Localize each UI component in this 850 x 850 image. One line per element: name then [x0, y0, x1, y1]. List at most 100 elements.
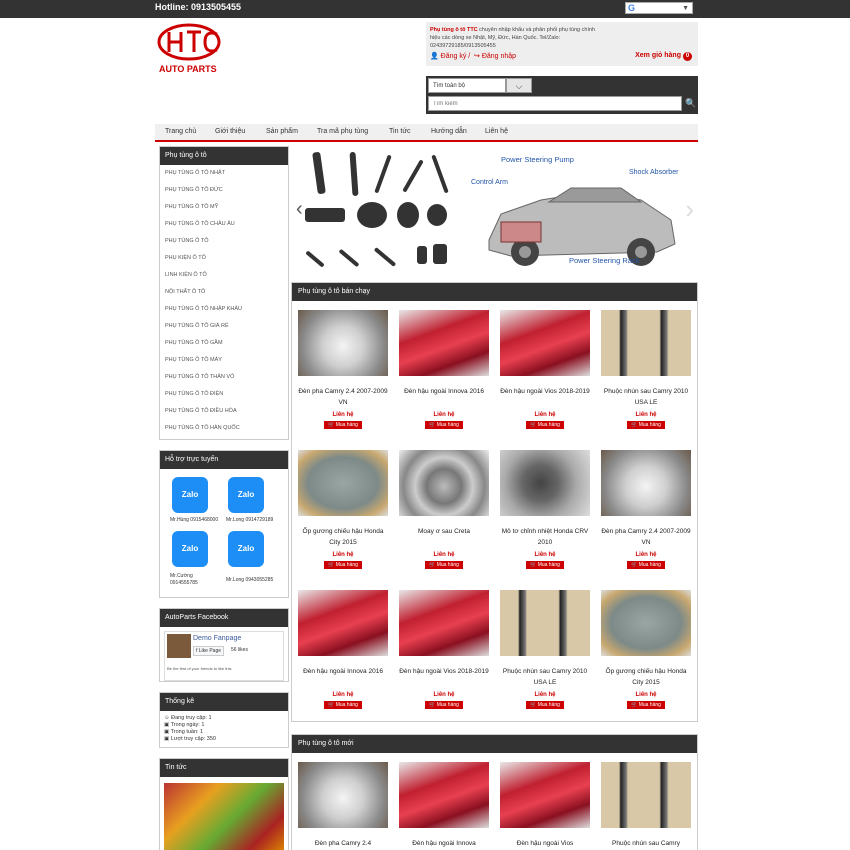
- category-item[interactable]: PHỤ TÙNG Ô TÔ NHẬT: [160, 165, 288, 182]
- buy-button[interactable]: 🛒 Mua hàng: [324, 421, 362, 429]
- news-image[interactable]: [164, 783, 284, 850]
- product-card[interactable]: Phuộc nhún sau Camry: [601, 762, 691, 850]
- chevron-down-icon[interactable]: ⌵: [506, 78, 532, 93]
- category-item[interactable]: PHỤ KIỆN Ô TÔ: [160, 250, 288, 267]
- product-image[interactable]: [298, 310, 388, 376]
- product-card[interactable]: Đèn pha Camry 2.4 2007-2009 VN Liên hệ 🛒 M…: [298, 310, 388, 429]
- product-card[interactable]: Moay ơ sau Creta Liên hệ 🛒 Mua hàng: [399, 450, 489, 569]
- product-card[interactable]: Phuộc nhún sau Camry 2010 USA LE Liên hệ 🛒…: [601, 310, 691, 429]
- product-image[interactable]: [298, 590, 388, 656]
- category-item[interactable]: PHỤ TÙNG Ô TÔ THÂN VỎ: [160, 369, 288, 386]
- product-image[interactable]: [399, 310, 489, 376]
- product-name[interactable]: Đèn hậu ngoài Vios 2018-2019: [500, 386, 590, 408]
- logo[interactable]: AUTO PARTS: [155, 22, 227, 76]
- product-image[interactable]: [601, 762, 691, 828]
- product-name[interactable]: Ốp gương chiếu hậu Honda City 2015: [298, 526, 388, 548]
- category-item[interactable]: PHỤ TÙNG Ô TÔ MỸ: [160, 199, 288, 216]
- buy-button[interactable]: 🛒 Mua hàng: [425, 561, 463, 569]
- product-name[interactable]: Mô tơ chỉnh nhiệt Honda CRV 2010: [500, 526, 590, 548]
- product-image[interactable]: [500, 590, 590, 656]
- product-card[interactable]: Đèn hậu ngoài Innova: [399, 762, 489, 850]
- category-item[interactable]: PHỤ TÙNG Ô TÔ: [160, 233, 288, 250]
- product-name[interactable]: Đèn hậu ngoài Vios: [500, 838, 590, 850]
- nav-about[interactable]: Giới thiệu: [215, 128, 245, 135]
- product-image[interactable]: [298, 450, 388, 516]
- product-name[interactable]: Đèn pha Camry 2.4 2007-2009 VN: [601, 526, 691, 548]
- product-name[interactable]: Đèn hậu ngoài Innova 2016: [298, 666, 388, 688]
- prev-arrow-icon[interactable]: ‹: [296, 198, 303, 221]
- zalo-icon[interactable]: Zalo: [172, 477, 208, 513]
- product-card[interactable]: Đèn hậu ngoài Vios: [500, 762, 590, 850]
- product-image[interactable]: [399, 762, 489, 828]
- search-icon[interactable]: 🔍: [684, 96, 698, 111]
- buy-button[interactable]: 🛒 Mua hàng: [627, 701, 665, 709]
- product-image[interactable]: [601, 450, 691, 516]
- product-card[interactable]: Phuộc nhún sau Camry 2010 USA LE Liên hệ 🛒…: [500, 590, 590, 709]
- nav-contact[interactable]: Liên hệ: [485, 128, 508, 135]
- product-image[interactable]: [601, 590, 691, 656]
- product-image[interactable]: [399, 590, 489, 656]
- product-name[interactable]: Đèn hậu ngoài Innova 2016: [399, 386, 489, 408]
- buy-button[interactable]: 🛒 Mua hàng: [425, 421, 463, 429]
- product-card[interactable]: Đèn pha Camry 2.4: [298, 762, 388, 850]
- cart-link[interactable]: Xem giỏ hàng 0: [635, 52, 692, 61]
- buy-button[interactable]: 🛒 Mua hàng: [627, 561, 665, 569]
- category-item[interactable]: PHỤ TÙNG Ô TÔ GẦM: [160, 335, 288, 352]
- category-item[interactable]: PHỤ TÙNG Ô TÔ ĐỨC: [160, 182, 288, 199]
- nav-part-lookup[interactable]: Tra mã phụ tùng: [317, 128, 368, 135]
- zalo-icon[interactable]: Zalo: [228, 531, 264, 567]
- product-card[interactable]: Ốp gương chiếu hậu Honda City 2015 Liên h…: [601, 590, 691, 709]
- category-item[interactable]: NỘI THẤT Ô TÔ: [160, 284, 288, 301]
- product-image[interactable]: [601, 310, 691, 376]
- category-item[interactable]: PHỤ TÙNG Ô TÔ MÁY: [160, 352, 288, 369]
- category-item[interactable]: PHỤ TÙNG Ô TÔ GIÁ RẺ: [160, 318, 288, 335]
- category-item[interactable]: PHỤ TÙNG Ô TÔ NHẬP KHẨU: [160, 301, 288, 318]
- product-card[interactable]: Đèn hậu ngoài Vios 2018-2019 Liên hệ 🛒 Mua…: [399, 590, 489, 709]
- product-name[interactable]: Phuộc nhún sau Camry 2010 USA LE: [500, 666, 590, 688]
- category-item[interactable]: LINH KIỆN Ô TÔ: [160, 267, 288, 284]
- buy-button[interactable]: 🛒 Mua hàng: [526, 701, 564, 709]
- product-image[interactable]: [500, 310, 590, 376]
- product-card[interactable]: Đèn hậu ngoài Innova 2016 Liên hệ 🛒 Mua hà…: [399, 310, 489, 429]
- register-link[interactable]: 👤 Đăng ký /: [430, 52, 470, 60]
- product-name[interactable]: Đèn hậu ngoài Innova: [399, 838, 489, 850]
- product-name[interactable]: Phuộc nhún sau Camry 2010 USA LE: [601, 386, 691, 408]
- product-name[interactable]: Ốp gương chiếu hậu Honda City 2015: [601, 666, 691, 688]
- nav-home[interactable]: Trang chủ: [165, 128, 196, 135]
- buy-button[interactable]: 🛒 Mua hàng: [526, 561, 564, 569]
- buy-button[interactable]: 🛒 Mua hàng: [627, 421, 665, 429]
- product-image[interactable]: [399, 450, 489, 516]
- category-item[interactable]: PHỤ TÙNG Ô TÔ CHÂU ÂU: [160, 216, 288, 233]
- buy-button[interactable]: 🛒 Mua hàng: [324, 701, 362, 709]
- buy-button[interactable]: 🛒 Mua hàng: [425, 701, 463, 709]
- product-name[interactable]: Đèn pha Camry 2.4 2007-2009 VN: [298, 386, 388, 408]
- like-page-button[interactable]: f Like Page: [193, 646, 225, 656]
- nav-products[interactable]: Sản phẩm: [266, 128, 298, 135]
- product-name[interactable]: Phuộc nhún sau Camry: [601, 838, 691, 850]
- product-image[interactable]: [500, 450, 590, 516]
- translate-select[interactable]: G ▼: [625, 2, 693, 14]
- category-select[interactable]: Tìm toàn bộ: [428, 78, 506, 93]
- buy-button[interactable]: 🛒 Mua hàng: [526, 421, 564, 429]
- product-name[interactable]: Đèn pha Camry 2.4: [298, 838, 388, 850]
- nav-guide[interactable]: Hướng dẫn: [431, 128, 467, 135]
- product-image[interactable]: [500, 762, 590, 828]
- category-item[interactable]: PHỤ TÙNG Ô TÔ ĐIỆN: [160, 386, 288, 403]
- banner-slider[interactable]: ‹ › Power Steering Pump Control Arm Shoc…: [293, 146, 698, 272]
- product-image[interactable]: [298, 762, 388, 828]
- zalo-icon[interactable]: Zalo: [172, 531, 208, 567]
- product-card[interactable]: Ốp gương chiếu hậu Honda City 2015 Liên h…: [298, 450, 388, 569]
- next-arrow-icon[interactable]: ›: [685, 194, 694, 225]
- search-input[interactable]: [428, 96, 682, 111]
- zalo-icon[interactable]: Zalo: [228, 477, 264, 513]
- category-item[interactable]: PHỤ TÙNG Ô TÔ ĐIỀU HÒA: [160, 403, 288, 420]
- product-card[interactable]: Đèn pha Camry 2.4 2007-2009 VN Liên hệ 🛒 M…: [601, 450, 691, 569]
- category-item[interactable]: PHỤ TÙNG Ô TÔ HÀN QUỐC: [160, 420, 288, 437]
- product-name[interactable]: Đèn hậu ngoài Vios 2018-2019: [399, 666, 489, 688]
- product-card[interactable]: Đèn hậu ngoài Innova 2016 Liên hệ 🛒 Mua hà…: [298, 590, 388, 709]
- login-link[interactable]: ↪ Đăng nhập: [474, 52, 516, 60]
- buy-button[interactable]: 🛒 Mua hàng: [324, 561, 362, 569]
- product-card[interactable]: Đèn hậu ngoài Vios 2018-2019 Liên hệ 🛒 Mua…: [500, 310, 590, 429]
- product-card[interactable]: Mô tơ chỉnh nhiệt Honda CRV 2010 Liên hệ 🛒…: [500, 450, 590, 569]
- nav-news[interactable]: Tin tức: [389, 128, 411, 135]
